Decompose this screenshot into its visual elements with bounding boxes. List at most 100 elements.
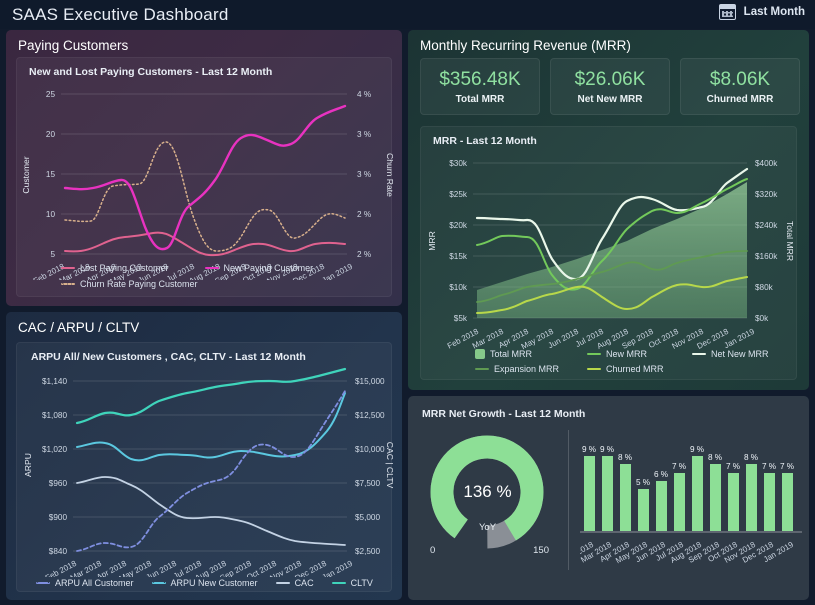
panel-title-cac-arpu-cltv: CAC / ARPU / CLTV: [18, 320, 140, 335]
legend-swatch-churned-mrr: [587, 368, 601, 370]
bar[interactable]: [602, 456, 613, 531]
ytick-right: $2,500: [355, 547, 380, 556]
legend-label: New Paying Customer: [223, 263, 314, 273]
calendar-icon: [718, 4, 736, 20]
kpi-value: $26.06K: [574, 68, 646, 90]
legend-item-new-mrr[interactable]: New MRR: [587, 349, 692, 359]
kpi-label: Net New MRR: [577, 93, 643, 105]
ytick-right: $7,500: [355, 479, 380, 488]
ytick-left: $1,140: [42, 377, 67, 386]
legend-label: ARPU All Customer: [55, 578, 134, 588]
bar[interactable]: [710, 464, 721, 531]
bar[interactable]: [656, 481, 667, 531]
kpi-value: $356.48K: [439, 68, 521, 90]
chart-cac-arpu-cltv: $1,140 $1,080 $1,020 $960 $900 $840 $15,…: [23, 367, 393, 577]
bar[interactable]: [764, 473, 775, 531]
axis-label-y-right: Total MRR: [785, 221, 795, 261]
ytick-left: $5k: [454, 314, 468, 323]
legend-label: Lost Paying Customer: [80, 263, 169, 273]
legend-item-churned-mrr[interactable]: Churned MRR: [587, 364, 692, 374]
legend-swatch-arpu-new-customer: [151, 582, 166, 584]
legend-item-expansion-mrr[interactable]: Expansion MRR: [475, 364, 587, 374]
chart-mrr: $30k $25k $20k $15k $10k $5k $400k $320k…: [427, 159, 795, 351]
svg-text:7 %: 7 %: [780, 462, 794, 471]
chart-paying-customers: 25 20 15 10 5 4 % 3 % 3 % 2 % 2 % Custom…: [21, 90, 393, 280]
legend-label: Net New MRR: [711, 349, 769, 359]
ytick-left: 5: [50, 250, 55, 259]
svg-text:8 %: 8 %: [618, 453, 632, 462]
svg-text:8 %: 8 %: [708, 453, 722, 462]
bar[interactable]: [782, 473, 793, 531]
gauge-mrr-net-growth: 136 % YoY 0 150: [420, 430, 555, 570]
kpi-value: $8.06K: [709, 68, 771, 90]
ytick-right: 2 %: [357, 250, 371, 259]
svg-text:8 %: 8 %: [744, 453, 758, 462]
ytick-left: 15: [46, 170, 56, 179]
date-range-selector[interactable]: Last Month: [718, 4, 805, 20]
kpi-net-new-mrr[interactable]: $26.06K Net New MRR: [550, 58, 670, 115]
axis-label-y-left: MRR: [427, 231, 437, 251]
legend-item-arpu-new-customer[interactable]: ARPU New Customer: [151, 578, 258, 588]
ytick-right: $240k: [755, 221, 778, 230]
gauge-min-label: 0: [430, 545, 436, 556]
x-axis-labels: Feb 2018 Mar 2018 Apr 2018 May 2018 Jun …: [44, 559, 355, 577]
chart-card-cac: ARPU All/ New Customers , CAC, CLTV - La…: [16, 342, 393, 592]
legend-swatch-arpu-all-customer: [36, 582, 50, 584]
ytick-left: $20k: [449, 221, 468, 230]
legend-label: CLTV: [350, 578, 373, 588]
bar-value-labels: 9 % 9 % 8 % 5 % 6 % 7 % 9 % 8 % 7 % 8 % …: [582, 445, 794, 487]
ytick-left: $900: [49, 513, 68, 522]
legend-item-arpu-all-customer[interactable]: ARPU All Customer: [36, 578, 134, 588]
bar[interactable]: [620, 464, 631, 531]
legend-item-cltv[interactable]: CLTV: [331, 578, 373, 588]
legend-swatch-total-mrr: [475, 349, 485, 359]
ytick-right: $15,000: [355, 377, 385, 386]
axis-label-y-left: Customer: [21, 156, 31, 193]
legend-label: New MRR: [606, 349, 648, 359]
bar[interactable]: [638, 489, 649, 531]
ytick-left: $30k: [449, 159, 468, 168]
bar[interactable]: [674, 473, 685, 531]
series-new-paying-customer: [63, 104, 347, 251]
panel-mrr-net-growth: MRR Net Growth - Last 12 Month 136 % YoY…: [408, 396, 809, 600]
svg-text:9 %: 9 %: [600, 445, 614, 454]
dashboard-root: SAAS Executive Dashboard Last Month Payi…: [0, 0, 815, 605]
kpi-label: Total MRR: [455, 93, 505, 105]
ytick-right: $160k: [755, 252, 778, 261]
svg-text:9 %: 9 %: [690, 445, 704, 454]
chart-title-mrr: MRR - Last 12 Month: [433, 135, 537, 147]
ytick-right: 4 %: [357, 90, 371, 99]
ytick-right: $320k: [755, 190, 778, 199]
legend-label: Expansion MRR: [494, 364, 560, 374]
legend-item-net-new-mrr[interactable]: Net New MRR: [692, 349, 769, 359]
date-range-label: Last Month: [743, 6, 805, 18]
bar[interactable]: [692, 456, 703, 531]
legend-item-lost-paying-customer[interactable]: Lost Paying Customer: [61, 263, 169, 273]
x-axis-labels: Feb 2018 Mar 2018 Apr 2018 May 2018 Jun …: [580, 540, 795, 566]
bar[interactable]: [584, 456, 595, 531]
legend-cac-arpu-cltv: ARPU All Customer ARPU New Customer CAC …: [36, 578, 396, 588]
bar[interactable]: [746, 464, 757, 531]
legend-paying-customers: Lost Paying Customer New Paying Customer…: [61, 263, 381, 289]
panel-divider: [568, 430, 569, 570]
gauge-sublabel: YoY: [478, 522, 497, 533]
ytick-right: 2 %: [357, 210, 371, 219]
kpi-churned-mrr[interactable]: $8.06K Churned MRR: [680, 58, 800, 115]
ytick-left: $15k: [449, 252, 468, 261]
legend-swatch-lost-paying-customer: [61, 267, 75, 269]
legend-item-new-paying-customer[interactable]: New Paying Customer: [204, 263, 314, 273]
ytick-right: $12,500: [355, 411, 385, 420]
legend-swatch-churn-rate: [61, 283, 75, 285]
legend-swatch-cac: [275, 582, 290, 584]
axis-label-y-right: Churn Rate: [385, 153, 393, 197]
bar[interactable]: [728, 473, 739, 531]
legend-swatch-net-new-mrr: [692, 353, 706, 355]
legend-item-cac[interactable]: CAC: [275, 578, 314, 588]
legend-item-churn-rate[interactable]: Churn Rate Paying Customer: [61, 279, 381, 289]
kpi-total-mrr[interactable]: $356.48K Total MRR: [420, 58, 540, 115]
series-cac: [76, 476, 346, 546]
panel-title-paying-customers: Paying Customers: [18, 38, 129, 53]
legend-label: Total MRR: [490, 349, 533, 359]
legend-label: Churned MRR: [606, 364, 664, 374]
legend-item-total-mrr[interactable]: Total MRR: [475, 349, 587, 359]
